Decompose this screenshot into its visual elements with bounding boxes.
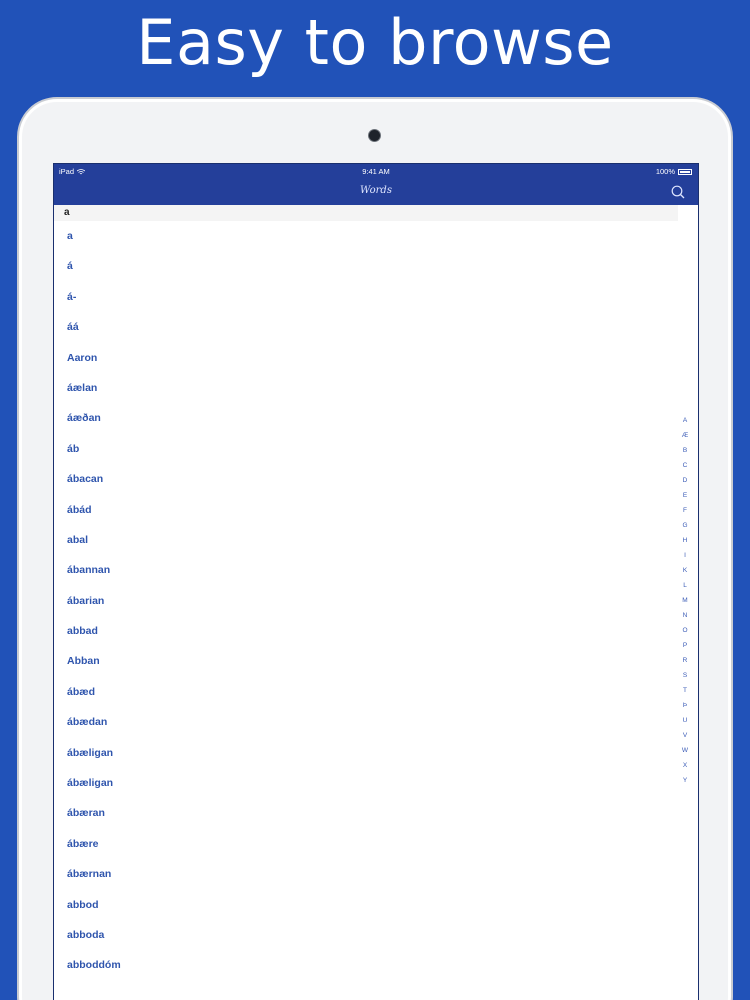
word-row[interactable]: á- [54,282,698,312]
index-letter[interactable]: Þ [683,698,687,713]
ipad-frame: iPad 9:41 AM 100% Words a a á á-áá Aaron áæl… [17,97,733,1000]
word-row[interactable]: Aaron [54,343,698,373]
word-row[interactable]: abbad [54,616,698,646]
index-letter[interactable]: X [683,758,687,773]
index-letter[interactable]: P [683,638,687,653]
word-row[interactable]: ábære [54,829,698,859]
nav-title: Words [360,185,392,196]
search-icon[interactable] [670,184,686,200]
word-row[interactable]: ábarian [54,586,698,616]
index-letter[interactable]: B [683,443,687,458]
alphabet-index[interactable]: AÆBCDEFGHIKLMNOPRSTÞUVWXY [680,413,690,788]
index-letter[interactable]: T [683,683,687,698]
index-letter[interactable]: O [682,623,687,638]
index-letter[interactable]: N [683,608,688,623]
status-time: 9:41 AM [362,167,390,176]
index-letter[interactable]: S [683,668,687,683]
word-row[interactable]: ábád [54,495,698,525]
index-letter[interactable]: Y [683,773,687,788]
word-row[interactable]: ábæd [54,677,698,707]
index-letter[interactable]: F [683,503,687,518]
index-letter[interactable]: Æ [682,428,689,443]
battery-icon [678,168,692,175]
word-row[interactable]: ábæran [54,798,698,828]
word-row[interactable]: Abban [54,646,698,676]
index-letter[interactable]: L [683,578,687,593]
index-letter[interactable]: I [684,548,686,563]
word-row[interactable]: ábædan [54,707,698,737]
word-row[interactable]: áæðan [54,403,698,433]
index-letter[interactable]: C [683,458,688,473]
status-bar: iPad 9:41 AM 100% [54,164,698,179]
word-list: a á á-áá Aaron áælan áæðan áb ábacan ábád abal ába… [54,221,698,981]
index-letter[interactable]: G [682,518,687,533]
index-letter[interactable]: V [683,728,687,743]
word-row[interactable]: áá [54,312,698,342]
headline: Easy to browse [136,6,614,79]
index-letter[interactable]: A [683,413,687,428]
word-row[interactable]: abal [54,525,698,555]
word-row[interactable]: áb [54,434,698,464]
word-row[interactable]: a [54,221,698,251]
camera-dot [369,130,380,141]
word-row[interactable]: abboda [54,920,698,950]
index-letter[interactable]: W [682,743,688,758]
app-screen: iPad 9:41 AM 100% Words a a á á-áá Aaron áæl… [53,163,699,1000]
index-letter[interactable]: M [682,593,687,608]
index-letter[interactable]: H [683,533,688,548]
word-row[interactable]: áælan [54,373,698,403]
word-row[interactable]: ábærnan [54,859,698,889]
index-letter[interactable]: D [683,473,688,488]
word-row[interactable]: abbod [54,890,698,920]
word-row[interactable]: ábæligan [54,768,698,798]
index-letter[interactable]: U [683,713,688,728]
index-letter[interactable]: K [683,563,687,578]
index-letter[interactable]: R [683,653,688,668]
word-row[interactable]: ábæligan [54,738,698,768]
word-row[interactable]: á [54,251,698,281]
section-header: a [54,205,678,221]
word-row[interactable]: ábannan [54,555,698,585]
nav-bar: Words [54,179,698,205]
word-row[interactable]: abboddóm [54,950,698,980]
word-row[interactable]: ábacan [54,464,698,494]
index-letter[interactable]: E [683,488,687,503]
battery-percent: 100% [655,167,675,176]
